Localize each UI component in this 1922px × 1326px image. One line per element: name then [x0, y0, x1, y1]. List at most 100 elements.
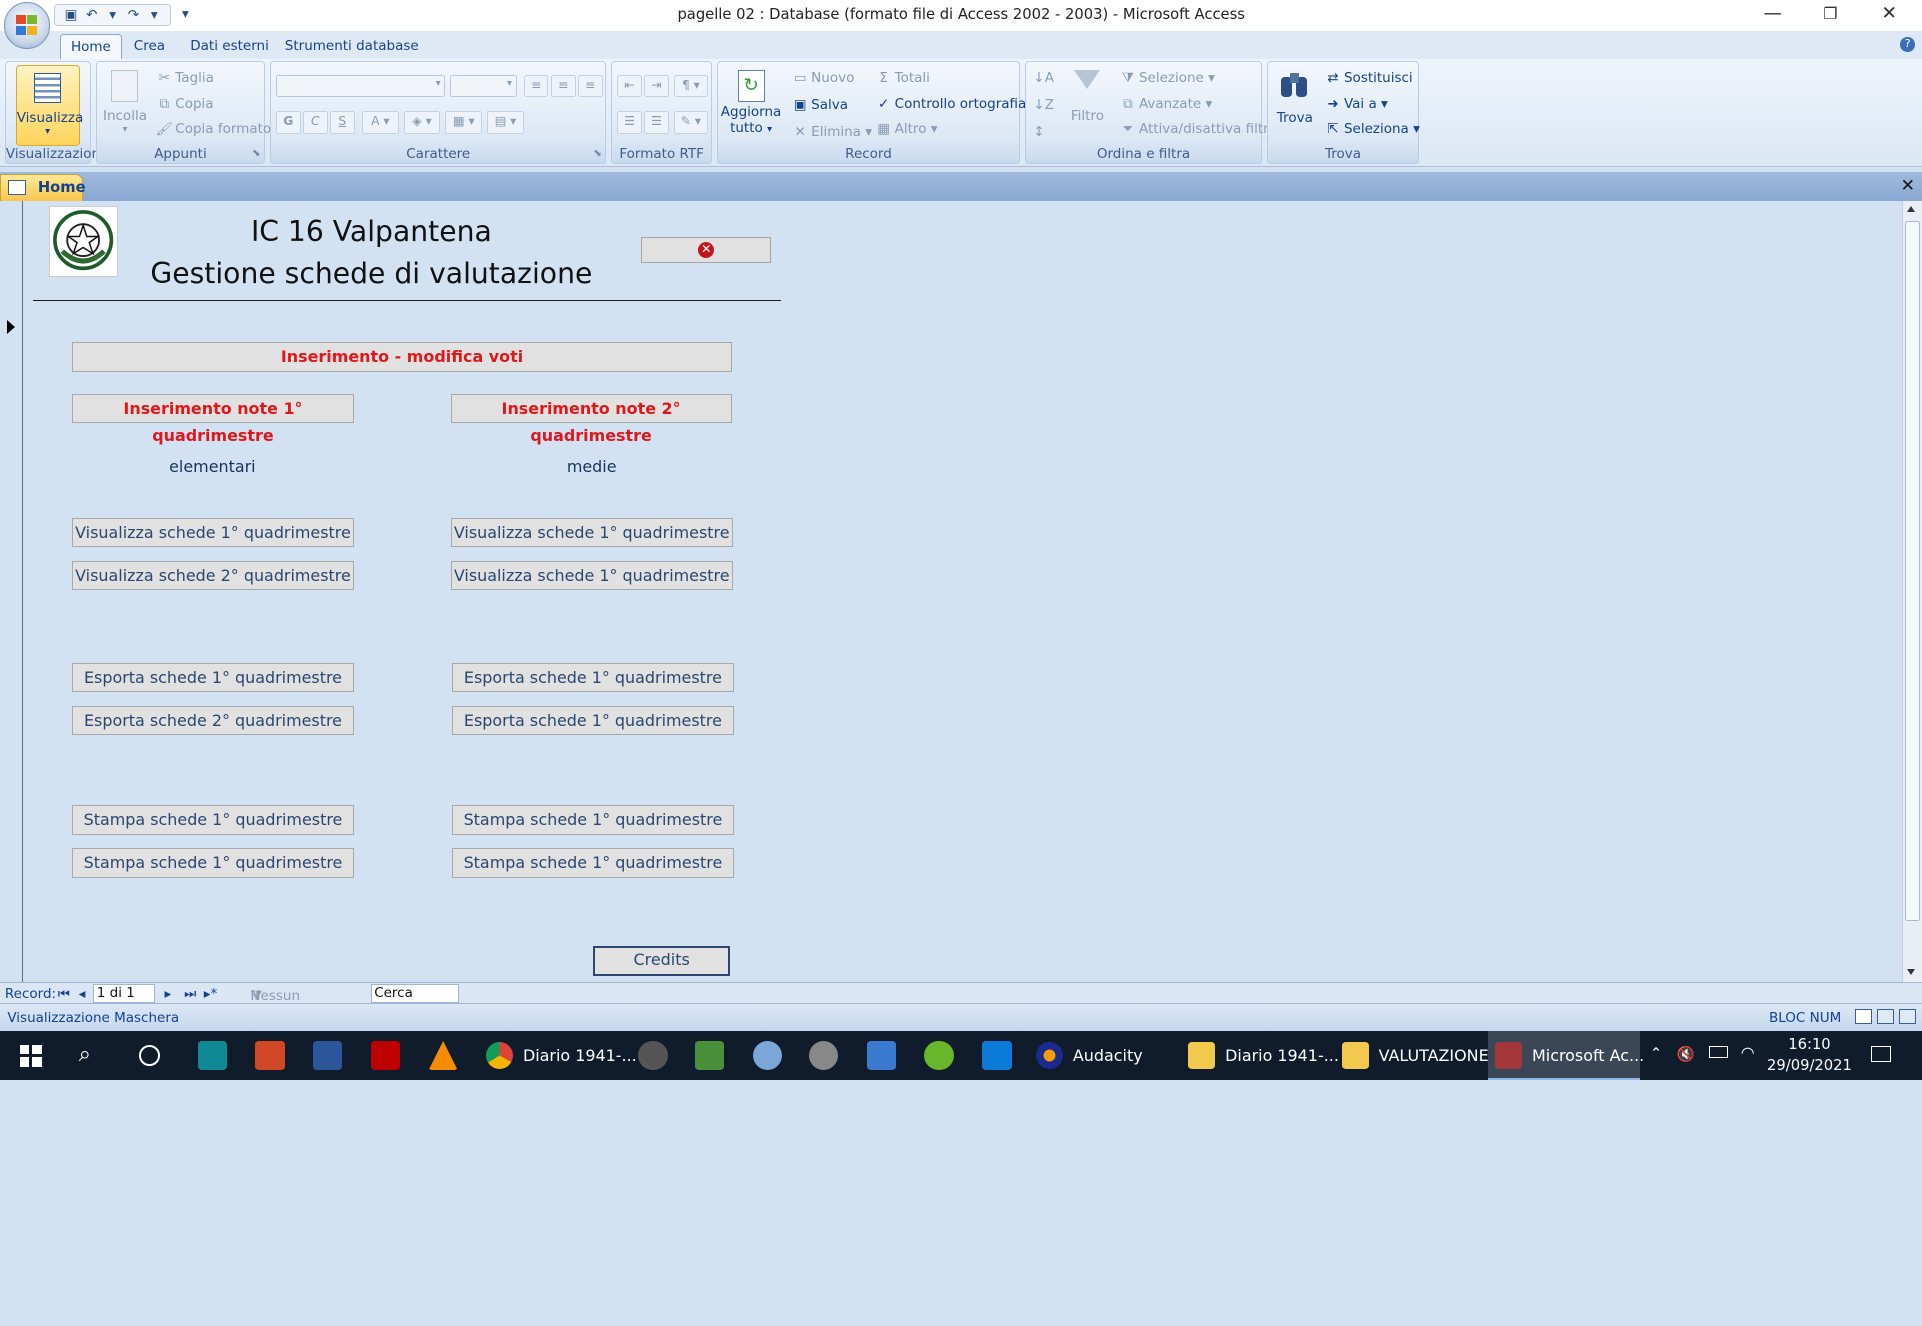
left-export-q2-button[interactable]: Esporta schede 2° quadrimestre	[72, 705, 354, 736]
paragraph-direction-button[interactable]: ¶ ▾	[673, 74, 709, 97]
decrease-indent-button[interactable]: ⇤	[617, 74, 642, 97]
right-export-q1-button[interactable]: Esporta schede 1° quadrimestre	[451, 662, 735, 693]
credits-button[interactable]: Credits	[592, 946, 731, 976]
notifications-icon[interactable]	[1870, 1045, 1891, 1062]
vertical-scrollbar[interactable]	[1901, 201, 1922, 983]
gimp-icon[interactable]	[808, 1040, 839, 1071]
close-document-icon[interactable]: ✕	[1901, 176, 1915, 196]
paint-icon[interactable]	[752, 1040, 782, 1071]
wifi-icon[interactable]: ◠	[1741, 1043, 1755, 1062]
left-print-q2-button[interactable]: Stampa schede 1° quadrimestre	[72, 848, 354, 878]
cut-button[interactable]: ✂ Taglia	[156, 70, 214, 86]
close-button[interactable]: ✕	[1861, 2, 1917, 27]
publisher-icon[interactable]	[866, 1040, 897, 1071]
dialog-launcher-icon[interactable]: ⬊	[252, 148, 260, 159]
totals-button[interactable]: Σ Totali	[875, 70, 930, 86]
cortana-icon[interactable]	[138, 1044, 160, 1066]
fill-color-button[interactable]: ◈ ▾	[403, 111, 441, 134]
image-viewer-icon[interactable]	[694, 1040, 725, 1071]
office-button[interactable]	[3, 2, 51, 50]
tray-chevron-up-icon[interactable]: ⌃	[1650, 1045, 1662, 1062]
powerpoint-icon[interactable]	[255, 1040, 285, 1071]
help-icon[interactable]: ?	[1900, 36, 1916, 52]
taskbar-app-folder-diario[interactable]: Diario 1941-...	[1181, 1031, 1339, 1080]
left-print-q1-button[interactable]: Stampa schede 1° quadrimestre	[72, 805, 354, 835]
tab-strumenti-database[interactable]: Strumenti database	[275, 34, 429, 60]
font-name-select[interactable]: ▾	[275, 74, 446, 97]
tab-dati-esterni[interactable]: Dati esterni	[180, 34, 278, 60]
clear-sort-icon[interactable]: ↕	[1033, 124, 1044, 140]
find-button[interactable]: Trova	[1273, 70, 1317, 126]
search-input[interactable]: Cerca	[370, 984, 460, 1003]
next-record-icon[interactable]: ▸	[164, 986, 171, 1002]
taskbar-app-chrome[interactable]: Diario 1941-...	[479, 1031, 637, 1080]
filter-button[interactable]: Filtro	[1068, 69, 1107, 124]
alternate-fill-button[interactable]: ▤ ▾	[487, 111, 524, 134]
restore-button[interactable]: ❐	[1802, 2, 1858, 27]
format-painter-button[interactable]: 🖌 Copia formato	[156, 121, 271, 137]
filezilla-icon[interactable]	[370, 1040, 401, 1071]
left-view-q2-button[interactable]: Visualizza schede 2° quadrimestre	[72, 560, 354, 591]
windows-start-icon[interactable]	[19, 1044, 42, 1067]
right-view-q1-button[interactable]: Visualizza schede 1° quadrimestre	[450, 518, 733, 548]
taskbar-app-audacity[interactable]: Audacity	[1029, 1031, 1174, 1080]
more-button[interactable]: ▦ Altro ▾	[875, 121, 937, 137]
bold-button[interactable]: G	[275, 111, 301, 134]
last-record-icon[interactable]: ⏭	[184, 986, 196, 1002]
taskbar-app-access[interactable]: Microsoft Ac...	[1487, 1031, 1644, 1081]
refresh-all-button[interactable]: ↻ Aggiorna tutto ▾	[720, 69, 781, 138]
left-view-q1-button[interactable]: Visualizza schede 1° quadrimestre	[72, 518, 354, 548]
scroll-thumb[interactable]	[1905, 220, 1920, 921]
save-record-button[interactable]: ▣ Salva	[792, 97, 848, 113]
media-player-icon[interactable]	[197, 1040, 228, 1071]
clock[interactable]: 16:10 29/09/2021	[1765, 1035, 1853, 1077]
gridlines-button[interactable]: ▦ ▾	[445, 111, 483, 134]
copy-button[interactable]: ⧉ Copia	[156, 96, 213, 112]
previous-record-icon[interactable]: ◂	[79, 986, 86, 1002]
align-left-button[interactable]: ≡	[523, 74, 549, 97]
search-icon[interactable]: ⌕	[79, 1041, 91, 1067]
tab-home[interactable]: Home	[60, 34, 122, 61]
right-view-q2-button[interactable]: Visualizza schede 1° quadrimestre	[450, 560, 733, 591]
layout-view-icon[interactable]	[1877, 1009, 1895, 1024]
taskbar-app-folder-valutazione[interactable]: VALUTAZIONE	[1334, 1031, 1489, 1080]
form-view-icon[interactable]	[1854, 1009, 1873, 1024]
spelling-button[interactable]: ✓ Controllo ortografia	[875, 96, 1026, 112]
scroll-up-icon[interactable]	[1907, 206, 1916, 213]
notes-q2-button[interactable]: Inserimento note 2° quadrimestre	[450, 394, 732, 445]
speaker-muted-icon[interactable]: 🔇	[1677, 1045, 1695, 1063]
left-export-q1-button[interactable]: Esporta schede 1° quadrimestre	[72, 662, 354, 693]
font-size-select[interactable]: ▾	[450, 74, 517, 97]
utorrent-icon[interactable]	[924, 1040, 954, 1071]
right-print-q2-button[interactable]: Stampa schede 1° quadrimestre	[451, 848, 735, 878]
increase-indent-button[interactable]: ⇥	[644, 74, 669, 97]
app-icon[interactable]	[982, 1040, 1012, 1071]
view-button[interactable]: Visualizza ▾	[15, 64, 83, 146]
vlc-icon[interactable]	[428, 1040, 458, 1071]
numbered-list-button[interactable]: ☰	[617, 111, 642, 134]
sort-descending-icon[interactable]: ↓Z	[1033, 97, 1054, 113]
close-form-button[interactable]: ✕	[640, 236, 771, 263]
first-record-icon[interactable]: ⏮	[58, 986, 70, 1002]
bullet-list-button[interactable]: ☰	[644, 111, 669, 134]
align-center-button[interactable]: ≡	[550, 74, 576, 97]
scroll-down-icon[interactable]	[1907, 968, 1916, 975]
obs-icon[interactable]	[638, 1040, 668, 1071]
align-right-button[interactable]: ≡	[577, 74, 603, 97]
goto-button[interactable]: ➜ Vai a ▾	[1324, 96, 1388, 112]
paste-button[interactable]: Incolla ▾	[102, 69, 149, 135]
record-position-input[interactable]: 1 di 1	[93, 984, 155, 1003]
word-icon[interactable]	[313, 1040, 343, 1071]
document-tab-home[interactable]: Home	[0, 174, 86, 202]
new-record-icon[interactable]: ▸*	[204, 986, 218, 1002]
new-record-button[interactable]: ▭ Nuovo	[792, 70, 855, 86]
advanced-button[interactable]: ⧉ Avanzate ▾	[1119, 96, 1212, 112]
toggle-filter-button[interactable]: ⏷ Attiva/disattiva filtro	[1119, 121, 1277, 137]
record-selector[interactable]	[0, 201, 24, 983]
minimize-button[interactable]: —	[1744, 2, 1800, 27]
sort-ascending-icon[interactable]: ↓A	[1033, 70, 1054, 86]
selection-button[interactable]: ⧩ Selezione ▾	[1119, 70, 1215, 86]
insert-edit-grades-button[interactable]: Inserimento - modifica voti	[72, 342, 732, 372]
delete-record-button[interactable]: ✕ Elimina ▾	[792, 124, 872, 140]
underline-button[interactable]: S	[329, 111, 355, 134]
